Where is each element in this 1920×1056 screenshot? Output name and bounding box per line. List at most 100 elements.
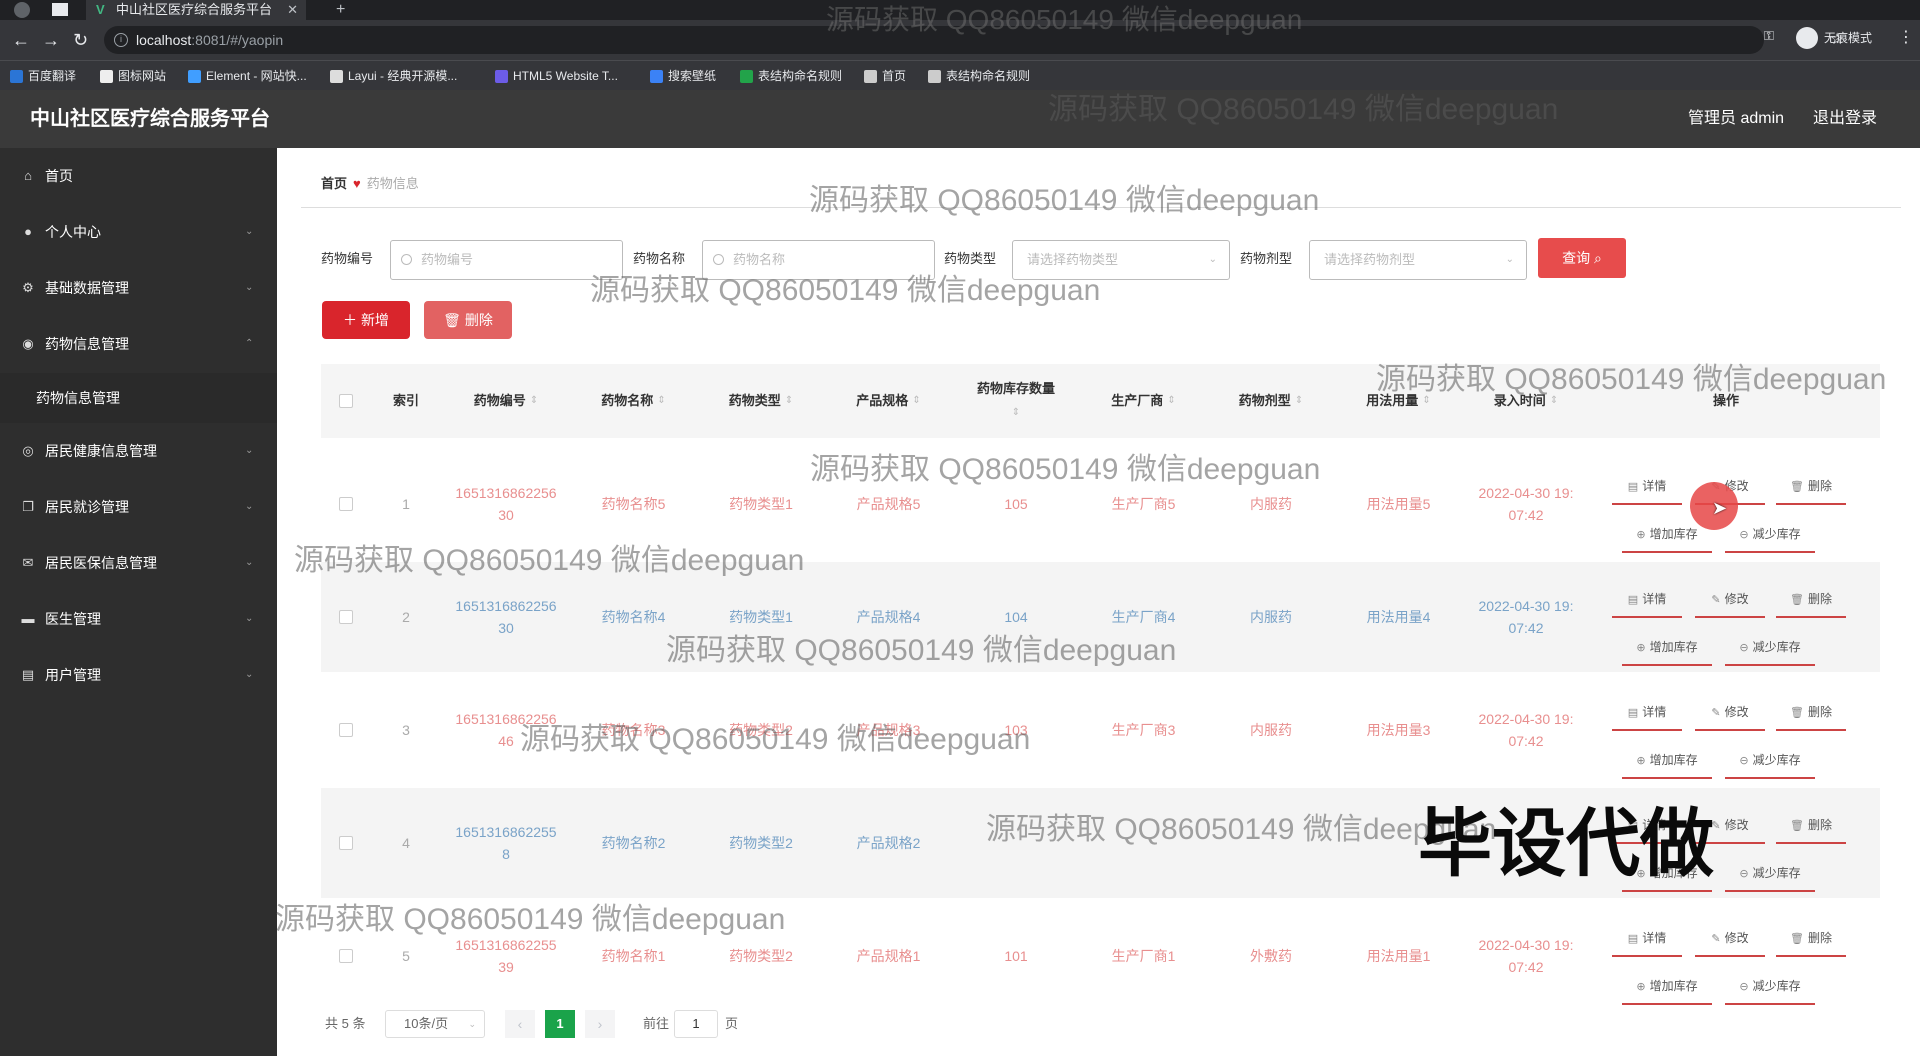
col-stock[interactable]: 药物库存数量 ⇕	[951, 364, 1081, 438]
query-button[interactable]: 查询 ⌕	[1538, 238, 1626, 278]
reduce-stock-button[interactable]: ⊖ 减少库存	[1725, 632, 1815, 666]
browser-tab[interactable]: V 中山社区医疗综合服务平台 ✕	[86, 0, 306, 20]
sidebar-item-health-info[interactable]: ◎ 居民健康信息管理 ⌄	[0, 423, 277, 479]
sidebar-item-users[interactable]: ▤ 用户管理 ⌄	[0, 647, 277, 703]
bookmark-label: 搜索壁纸	[668, 69, 717, 83]
site-info-icon[interactable]: i	[114, 33, 128, 47]
add-stock-button[interactable]: ⊕ 增加库存	[1622, 971, 1712, 1005]
action-label: 删除	[1807, 818, 1832, 832]
sort-icon: ⇕	[1167, 395, 1176, 406]
col-form[interactable]: 药物剂型 ⇕	[1206, 364, 1336, 438]
chevron-down-icon: ⌄	[245, 669, 254, 680]
reduce-stock-button[interactable]: ⊖ 减少库存	[1725, 971, 1815, 1005]
detail-button[interactable]: ▤ 详情	[1612, 471, 1682, 505]
sidebar-item-insurance[interactable]: ✉ 居民医保信息管理 ⌄	[0, 535, 277, 591]
edit-button[interactable]: ✎修改	[1695, 697, 1765, 731]
detail-button[interactable]: ▤ 详情	[1612, 584, 1682, 618]
delete-button[interactable]: 🗑 删除	[1776, 697, 1846, 731]
delete-button[interactable]: 🗑 删除	[1776, 584, 1846, 618]
bookmark-item[interactable]: 表结构命名规则	[740, 61, 842, 91]
row-checkbox[interactable]	[339, 836, 353, 850]
bookmark-item[interactable]: 表结构命名规则	[928, 61, 1030, 91]
edit-button[interactable]: ✎修改	[1695, 923, 1765, 957]
bookmarks-bar: 百度翻译 图标网站 Element - 网站快... Layui - 经典开源模...…	[0, 60, 1920, 90]
table-row[interactable]: 2 1651316862256 30 药物名称4 药物类型1 产品规格4 104 生产厂商4…	[321, 562, 1880, 672]
new-tab-icon[interactable]: +	[336, 0, 345, 20]
back-icon[interactable]: ←	[12, 28, 30, 52]
breadcrumb-home[interactable]: 首页	[321, 176, 347, 191]
detail-button[interactable]: ▤ 详情	[1612, 697, 1682, 731]
bookmark-item[interactable]: 首页	[864, 61, 906, 91]
reduce-stock-button[interactable]: ⊖ 减少库存	[1725, 519, 1815, 553]
bookmark-item[interactable]: 图标网站	[100, 61, 166, 91]
col-type[interactable]: 药物类型 ⇕	[696, 364, 826, 438]
sidebar-item-label: 居民医保信息管理	[45, 555, 157, 571]
sidebar-item-drug-info[interactable]: ◉ 药物信息管理 ⌃	[0, 316, 277, 372]
page-unit-label: 页	[725, 1016, 739, 1031]
incognito-badge[interactable]: 无痕模式	[1796, 26, 1872, 50]
logout-link[interactable]: 退出登录	[1813, 90, 1877, 148]
next-page-button[interactable]: ›	[585, 1010, 615, 1038]
bookmark-item[interactable]: 搜索壁纸	[650, 61, 716, 91]
col-usage[interactable]: 用法用量 ⇕	[1336, 364, 1461, 438]
reload-icon[interactable]: ↻	[73, 28, 88, 52]
delete-button[interactable]: 🗑 删除	[1776, 471, 1846, 505]
goto-page-input[interactable]: 1	[674, 1010, 718, 1038]
edit-button[interactable]: ✎修改	[1695, 584, 1765, 618]
row-checkbox[interactable]	[339, 497, 353, 511]
form-select[interactable]: 请选择药物剂型 ⌄	[1309, 240, 1527, 280]
reduce-stock-button[interactable]: ⊖ 减少库存	[1725, 858, 1815, 892]
cell-form: 内服药	[1250, 496, 1292, 512]
close-tab-icon[interactable]: ✕	[287, 0, 298, 20]
action-label: 详情	[1642, 592, 1667, 606]
col-name[interactable]: 药物名称 ⇕	[571, 364, 696, 438]
row-checkbox[interactable]	[339, 723, 353, 737]
sidebar-item-visits[interactable]: ❐ 居民就诊管理 ⌄	[0, 479, 277, 535]
table-row[interactable]: 5 1651316862255 39 药物名称1 药物类型2 产品规格1 101 生产厂商1…	[321, 901, 1880, 1011]
col-maker[interactable]: 生产厂商 ⇕	[1081, 364, 1206, 438]
row-checkbox[interactable]	[339, 949, 353, 963]
add-button[interactable]: ＋ 新增	[322, 301, 410, 339]
select-all-checkbox[interactable]	[339, 394, 353, 408]
bookmark-item[interactable]: 百度翻译	[10, 61, 76, 91]
bookmark-item[interactable]: HTML5 Website T...	[495, 61, 618, 91]
delete-button[interactable]: 🗑 删除	[1776, 810, 1846, 844]
forward-icon[interactable]: →	[42, 28, 60, 52]
name-search-input[interactable]: 药物名称	[702, 240, 935, 280]
prev-page-button[interactable]: ‹	[505, 1010, 535, 1038]
type-placeholder: 请选择药物类型	[1027, 252, 1119, 267]
table-row[interactable]: 1 1651316862256 30 药物名称5 药物类型1 产品规格5 105 生产厂商5…	[321, 449, 1880, 559]
row-checkbox[interactable]	[339, 610, 353, 624]
action-label: 减少库存	[1752, 527, 1801, 541]
sidebar-item-base-data[interactable]: ⚙ 基础数据管理 ⌄	[0, 260, 277, 316]
sidebar-subitem-drug-info[interactable]: 药物信息管理	[0, 373, 277, 423]
bookmark-item[interactable]: Element - 网站快...	[188, 61, 307, 91]
type-select[interactable]: 请选择药物类型 ⌄	[1012, 240, 1230, 280]
url-input[interactable]: i localhost:8081/#/yaopin ☆	[104, 26, 1844, 54]
url-host: localhost	[136, 32, 192, 48]
bookmark-favicon-icon	[650, 70, 663, 83]
stamp-text: 毕设代做	[1418, 802, 1714, 885]
chevron-right-icon: ›	[597, 1016, 603, 1032]
sidebar-item-doctors[interactable]: ▬ 医生管理 ⌄	[0, 591, 277, 647]
trash-icon: 🗑	[1790, 481, 1804, 493]
key-icon[interactable]: ⚿	[1764, 28, 1774, 44]
reduce-stock-button[interactable]: ⊖ 减少库存	[1725, 745, 1815, 779]
page-number-current[interactable]: 1	[545, 1010, 575, 1038]
detail-button[interactable]: ▤ 详情	[1612, 923, 1682, 957]
col-code[interactable]: 药物编号 ⇕	[441, 364, 571, 438]
col-time[interactable]: 录入时间 ⇕	[1461, 364, 1591, 438]
delete-button[interactable]: 🗑 删除	[1776, 923, 1846, 957]
sidebar-item-profile[interactable]: ● 个人中心 ⌄	[0, 204, 277, 260]
cell-time: 2022-04-30 19: 07:42	[1478, 598, 1574, 636]
bookmark-item[interactable]: Layui - 经典开源模...	[330, 61, 457, 91]
table-row[interactable]: 3 1651316862256 46 药物名称3 药物类型2 产品规格3 103 生产厂商3…	[321, 675, 1880, 785]
code-search-input[interactable]: 药物编号	[390, 240, 623, 280]
add-stock-button[interactable]: ⊕ 增加库存	[1622, 632, 1712, 666]
add-stock-button[interactable]: ⊕ 增加库存	[1622, 745, 1712, 779]
col-spec[interactable]: 产品规格 ⇕	[826, 364, 951, 438]
bulk-delete-button[interactable]: 🗑 删除	[424, 301, 512, 339]
browser-menu-icon[interactable]: ⋮	[1898, 26, 1914, 50]
sidebar-item-home[interactable]: ⌂ 首页	[0, 148, 277, 204]
page-size-select[interactable]: 10条/页 ⌄	[385, 1010, 485, 1038]
